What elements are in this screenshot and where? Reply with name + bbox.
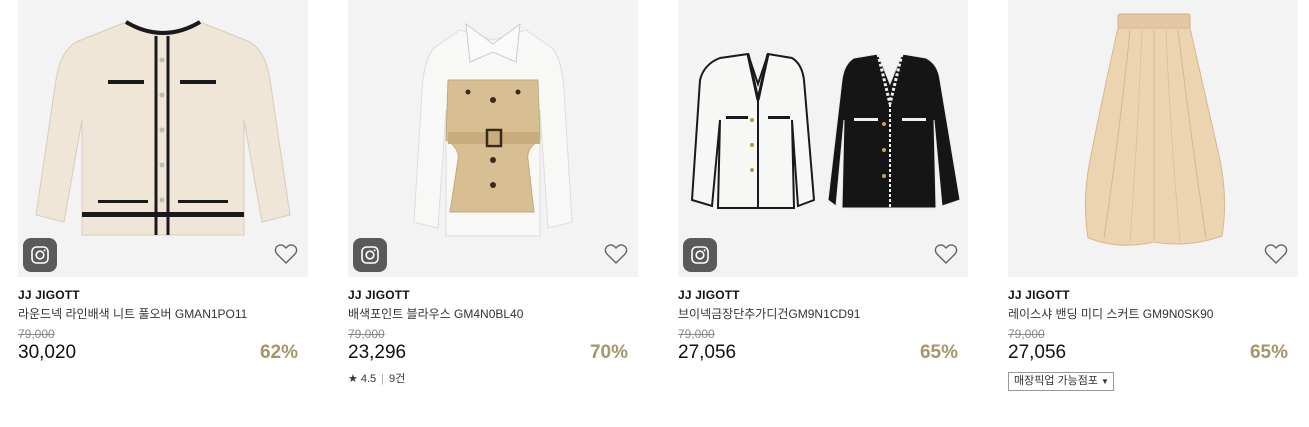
brand-name[interactable]: JJ JIGOTT [678,288,968,302]
divider: | [381,373,385,385]
product-photo [690,52,961,209]
product-name[interactable]: 배색포인트 블라우스 GM4N0BL40 [348,306,638,322]
product-photo [35,20,291,236]
instagram-icon[interactable] [23,238,57,272]
product-image[interactable] [348,0,638,277]
product-photo [1084,13,1226,246]
price-row: 27,056 65% [678,342,968,366]
store-pickup-label: 매장픽업 가능점포 [1014,375,1099,387]
caret-down-icon: ▼ [1101,377,1109,386]
original-price: 79,000 [348,327,385,341]
original-price: 79,000 [18,327,55,341]
heart-outline-icon[interactable] [934,243,958,265]
original-price: 79,000 [1008,327,1045,341]
price-row: 23,296 70% [348,342,638,366]
instagram-icon[interactable] [353,238,387,272]
brand-name[interactable]: JJ JIGOTT [1008,288,1298,302]
product-card[interactable]: JJ JIGOTT 라운드넥 라인배색 니트 풀오버 GMAN1PO11 79,… [18,0,308,366]
sale-price: 23,296 [348,342,407,363]
product-photo [413,22,573,237]
sale-price: 30,020 [18,342,77,363]
product-card[interactable]: JJ JIGOTT 레이스샤 밴딩 미디 스커트 GM9N0SK90 79,00… [1008,0,1298,391]
heart-outline-icon[interactable] [1264,243,1288,265]
product-image[interactable] [1008,0,1298,277]
review-summary[interactable]: ★ 4.5 | 9건 [348,372,638,386]
product-image[interactable] [18,0,308,277]
rating-score: 4.5 [360,373,377,385]
product-card[interactable]: JJ JIGOTT 브이넥금장단추가디건GM9N1CD91 79,000 27,… [678,0,968,366]
heart-outline-icon[interactable] [274,243,298,265]
instagram-icon[interactable] [683,238,717,272]
review-count: 9건 [389,373,406,385]
brand-name[interactable]: JJ JIGOTT [348,288,638,302]
product-card[interactable]: JJ JIGOTT 배색포인트 블라우스 GM4N0BL40 79,000 23… [348,0,638,386]
price-row: 27,056 65% [1008,342,1298,366]
brand-name[interactable]: JJ JIGOTT [18,288,308,302]
product-name[interactable]: 브이넥금장단추가디건GM9N1CD91 [678,306,968,322]
heart-outline-icon[interactable] [604,243,628,265]
sale-price: 27,056 [678,342,737,363]
discount-rate: 62% [259,342,298,363]
discount-rate: 65% [1249,342,1288,363]
product-image[interactable] [678,0,968,277]
discount-rate: 65% [919,342,958,363]
product-name[interactable]: 라운드넥 라인배색 니트 풀오버 GMAN1PO11 [18,306,308,322]
price-row: 30,020 62% [18,342,308,366]
star-icon: ★ [348,373,358,385]
store-pickup-dropdown[interactable]: 매장픽업 가능점포 ▼ [1008,372,1114,391]
product-grid: JJ JIGOTT 라운드넥 라인배색 니트 풀오버 GMAN1PO11 79,… [0,0,1309,427]
discount-rate: 70% [589,342,628,363]
sale-price: 27,056 [1008,342,1067,363]
product-name[interactable]: 레이스샤 밴딩 미디 스커트 GM9N0SK90 [1008,306,1298,322]
original-price: 79,000 [678,327,715,341]
